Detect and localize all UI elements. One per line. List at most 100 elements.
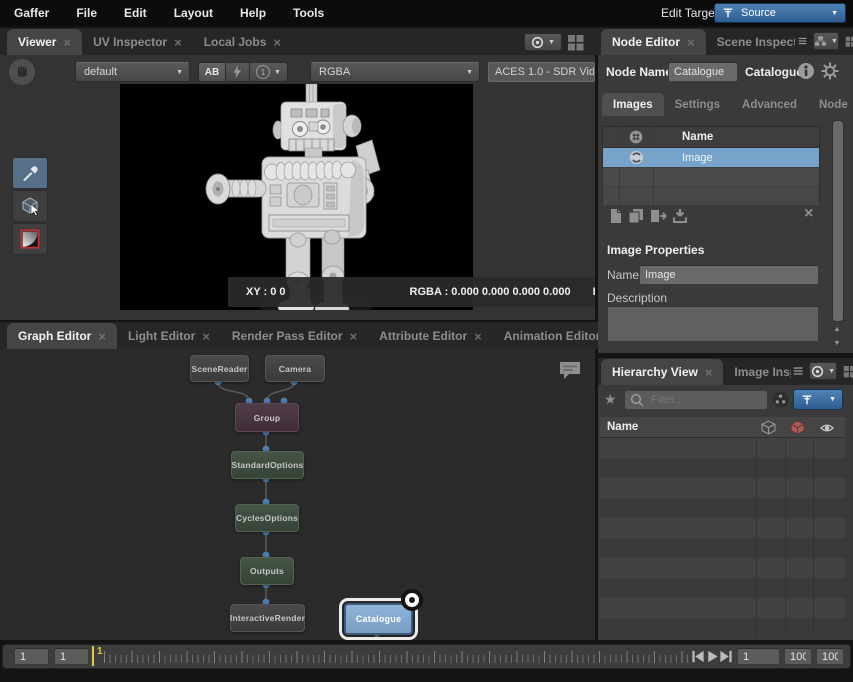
scroll-up-button[interactable]: ▲ (832, 323, 842, 336)
close-icon[interactable]: × (63, 36, 71, 49)
tab-local-jobs[interactable]: Local Jobs × (193, 29, 292, 55)
channel-select-dropdown[interactable]: RGBA ▼ (310, 62, 480, 82)
chevron-down-icon: ▼ (548, 39, 555, 46)
tab-uv-inspector-label: UV Inspector (93, 35, 167, 49)
tab-graph-editor-label: Graph Editor (18, 329, 91, 343)
gear-icon[interactable] (821, 62, 839, 80)
subtab-node[interactable]: Node (808, 93, 853, 116)
image-status-icon (629, 150, 644, 165)
new-image-icon[interactable] (608, 208, 624, 224)
timeline-frame-field[interactable] (737, 648, 780, 665)
subtab-images[interactable]: Images (602, 93, 664, 116)
close-icon[interactable]: × (350, 330, 358, 343)
subtab-advanced[interactable]: Advanced (731, 93, 808, 116)
import-image-icon[interactable] (672, 208, 688, 224)
annotation-icon[interactable] (558, 360, 582, 381)
node-group[interactable]: Group (235, 403, 299, 432)
play-icon[interactable] (706, 649, 719, 664)
image-row-empty[interactable] (603, 186, 819, 205)
view-select-dropdown[interactable]: default ▼ (75, 62, 190, 82)
menu-gaffer[interactable]: Gaffer (14, 6, 49, 20)
tab-light-editor[interactable]: Light Editor × (117, 323, 221, 349)
edit-scope-dropdown[interactable]: ▼ (793, 389, 843, 410)
tab-light-editor-label: Light Editor (128, 329, 195, 343)
image-row-selected[interactable]: Image (603, 148, 819, 167)
node-interactiverender[interactable]: InteractiveRender (230, 604, 305, 632)
node-catalogue[interactable]: Catalogue (344, 603, 413, 635)
select-tool-button[interactable] (12, 190, 48, 222)
tab-render-pass-editor[interactable]: Render Pass Editor × (221, 323, 368, 349)
edit-target-dropdown[interactable]: Source ▼ (714, 3, 846, 23)
timeline-start-frame-field[interactable] (14, 648, 49, 665)
menu-file[interactable]: File (76, 6, 97, 20)
node-editor-subtabs: Images Settings Advanced Node (602, 92, 850, 116)
node-scenereader[interactable]: SceneReader (190, 355, 249, 382)
image-description-label: Description (607, 291, 667, 305)
menu-tools[interactable]: Tools (293, 6, 324, 20)
node-cyclesoptions[interactable]: CyclesOptions (235, 504, 299, 532)
scrollbar-thumb[interactable] (832, 120, 844, 322)
visibility-eye-icon[interactable] (819, 422, 835, 434)
render-cube-icon[interactable] (790, 420, 805, 435)
geometry-cube-icon[interactable] (761, 420, 776, 435)
skip-to-start-icon[interactable] (691, 649, 705, 664)
subtab-node-label: Node (819, 99, 848, 111)
menu-edit[interactable]: Edit (124, 6, 147, 20)
graph-editor-canvas[interactable]: SceneReader Camera Group StandardOptions… (0, 349, 595, 640)
layout-grid-icon[interactable] (845, 33, 853, 50)
menu-layout[interactable]: Layout (174, 6, 213, 20)
tab-scene-inspector[interactable]: Scene Inspector (706, 29, 798, 55)
tab-node-editor[interactable]: Node Editor × (601, 29, 706, 55)
pan-tool-button[interactable] (9, 59, 35, 85)
layout-grid-icon[interactable] (567, 34, 584, 51)
skip-to-end-icon[interactable] (719, 649, 733, 664)
layout-grid-icon[interactable] (843, 363, 853, 380)
close-icon[interactable]: × (98, 330, 106, 343)
subtab-settings[interactable]: Settings (664, 93, 731, 116)
filter-settings-icon[interactable] (772, 391, 789, 408)
tab-image-inspector[interactable]: Image Inspector (723, 359, 793, 385)
close-icon[interactable]: × (202, 330, 210, 343)
hierarchy-focus-dropdown[interactable]: ▼ (809, 362, 838, 380)
tab-viewer[interactable]: Viewer × (7, 29, 82, 55)
close-icon[interactable]: × (474, 330, 482, 343)
timeline-end-frame-field[interactable] (784, 648, 812, 665)
tab-menu-icon[interactable] (798, 35, 807, 47)
export-image-icon[interactable] (650, 208, 668, 224)
image-row-empty[interactable] (603, 167, 819, 186)
scroll-down-button[interactable]: ▼ (832, 337, 842, 350)
playhead[interactable] (92, 646, 94, 666)
viewer-target-dropdown[interactable]: ▼ (524, 33, 562, 51)
info-icon[interactable] (797, 62, 815, 80)
tab-uv-inspector[interactable]: UV Inspector × (82, 29, 193, 55)
timeline-end-display-field[interactable] (816, 648, 844, 665)
node-camera[interactable]: Camera (265, 355, 325, 382)
bookmark-star-icon[interactable]: ★ (604, 391, 617, 408)
hierarchy-rows[interactable] (600, 438, 845, 637)
display-transform-button[interactable]: ACES 1.0 - SDR Video (488, 62, 595, 82)
close-icon[interactable]: × (174, 36, 182, 49)
duplicate-image-icon[interactable] (628, 208, 644, 224)
timeline-current-frame-field[interactable] (54, 648, 89, 665)
ab-compare-button[interactable]: AB (198, 62, 226, 82)
tab-menu-icon[interactable] (793, 365, 803, 377)
node-outputs[interactable]: Outputs (240, 557, 294, 585)
tab-attribute-editor[interactable]: Attribute Editor × (368, 323, 493, 349)
tab-hierarchy-view[interactable]: Hierarchy View × (601, 359, 723, 385)
menu-help[interactable]: Help (240, 6, 266, 20)
node-name-input[interactable] (668, 62, 738, 82)
color-picker-tool-button[interactable] (12, 157, 48, 189)
image-description-input[interactable] (607, 306, 819, 342)
close-icon[interactable]: × (705, 366, 713, 379)
filter-input[interactable] (649, 393, 758, 407)
close-icon[interactable]: × (687, 36, 695, 49)
close-icon[interactable]: × (273, 36, 281, 49)
editor-focus-dropdown[interactable]: ▼ (813, 32, 839, 50)
wipe-button[interactable] (226, 62, 250, 82)
node-standardoptions[interactable]: StandardOptions (231, 451, 304, 479)
remove-image-icon[interactable]: × (804, 205, 813, 223)
image-name-input[interactable] (639, 265, 819, 285)
tab-graph-editor[interactable]: Graph Editor × (7, 323, 117, 349)
crop-window-tool-button[interactable] (12, 223, 48, 255)
compare-image-dropdown[interactable]: 1 ▼ (250, 62, 288, 82)
